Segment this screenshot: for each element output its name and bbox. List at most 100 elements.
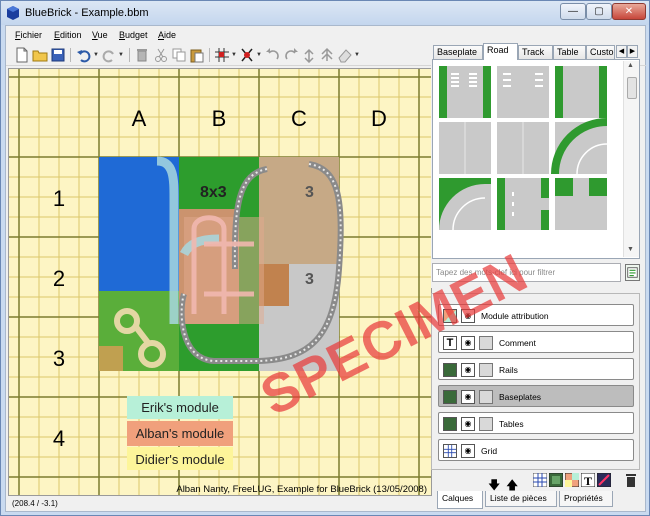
tab-proprietes[interactable]: Propriétés	[559, 491, 613, 507]
add-ruler-layer-icon[interactable]	[597, 473, 611, 487]
cut-icon[interactable]	[153, 47, 169, 63]
visibility-eye-icon[interactable]: ◉	[461, 309, 475, 323]
minimize-button[interactable]: —	[560, 3, 586, 20]
add-area-layer-icon[interactable]	[565, 473, 579, 487]
title-bar[interactable]: BlueBrick - Example.bbm — ▢ ✕	[1, 1, 649, 25]
area-layer-icon	[443, 309, 457, 323]
delete-layer-icon[interactable]	[625, 473, 637, 487]
add-grid-layer-icon[interactable]	[533, 473, 547, 487]
add-text-layer-icon[interactable]: T	[581, 473, 595, 487]
redo-icon[interactable]	[101, 47, 117, 63]
rotation-dropdown-icon[interactable]: ▼	[256, 52, 262, 58]
rotate-left-icon[interactable]	[265, 47, 281, 63]
menu-edition[interactable]: Edition	[54, 30, 82, 40]
road-part-straight[interactable]	[555, 66, 607, 118]
bring-to-front-icon[interactable]	[319, 47, 335, 63]
svg-text:T: T	[584, 474, 592, 487]
visibility-eye-icon[interactable]: ◉	[461, 417, 475, 431]
road-part-t-junction[interactable]	[497, 178, 549, 230]
road-parts-thumbnails	[439, 66, 608, 231]
rotate-right-icon[interactable]	[283, 47, 299, 63]
tab-custom[interactable]: Custom	[586, 45, 615, 59]
menu-budget[interactable]: Budget	[119, 30, 148, 40]
parts-scrollbar[interactable]: ▲ ▼	[623, 61, 639, 257]
road-part-junction[interactable]	[555, 178, 607, 230]
map-view[interactable]: 8x3 3 3 A B C D 1 2 3 4 Erik's module Al…	[8, 68, 432, 496]
new-file-icon[interactable]	[14, 47, 30, 63]
column-label: B	[212, 106, 227, 131]
tab-calques[interactable]: Calques	[437, 491, 483, 509]
tabs-scroll-right-icon[interactable]: ▶	[627, 45, 638, 58]
rotation-step-icon[interactable]	[239, 47, 255, 63]
menu-fichier[interactable]: Fichier	[15, 30, 42, 40]
plate-label-3: 3	[305, 271, 314, 288]
visibility-eye-icon[interactable]: ◉	[461, 363, 475, 377]
add-brick-layer-icon[interactable]	[549, 473, 563, 487]
undo-icon[interactable]	[76, 47, 92, 63]
layer-comment[interactable]: T ◉ Comment	[438, 331, 634, 353]
layer-option-box[interactable]	[479, 390, 493, 404]
status-bar: (208.4 / -3.1)	[8, 494, 432, 512]
visibility-eye-icon[interactable]: ◉	[461, 336, 475, 350]
road-part-crosswalk[interactable]	[439, 66, 491, 118]
tabs-scroll-left-icon[interactable]: ◀	[616, 45, 627, 58]
filter-input[interactable]: Tapez des mots-clef ici pour filtrer	[432, 263, 621, 282]
brick-layer-icon	[443, 417, 457, 431]
scroll-thumb[interactable]	[627, 77, 637, 99]
layer-module-attribution[interactable]: ◉ Module attribution	[438, 304, 634, 326]
column-label: A	[132, 106, 147, 131]
visibility-eye-icon[interactable]: ◉	[461, 390, 475, 404]
tab-table[interactable]: Table	[553, 45, 586, 59]
road-part-plain-2[interactable]	[497, 122, 549, 174]
scroll-down-icon[interactable]: ▼	[627, 246, 634, 253]
snap-dropdown-icon[interactable]: ▼	[231, 52, 237, 58]
save-icon[interactable]	[50, 47, 66, 63]
grid-layer-icon	[443, 444, 457, 458]
eraser-dropdown-icon[interactable]: ▼	[354, 52, 360, 58]
open-folder-icon[interactable]	[32, 47, 48, 63]
toolbar-separator	[209, 48, 210, 62]
visibility-eye-icon[interactable]: ◉	[461, 444, 475, 458]
layer-option-box[interactable]	[479, 417, 493, 431]
tab-road[interactable]: Road	[483, 43, 518, 60]
road-part-crosswalk-2[interactable]	[497, 66, 549, 118]
eraser-icon[interactable]	[337, 47, 353, 63]
layer-grid[interactable]: ◉ Grid	[438, 439, 634, 461]
row-label: 2	[53, 266, 65, 291]
copy-icon[interactable]	[171, 47, 187, 63]
text-layer-icon: T	[443, 336, 457, 350]
map-canvas: 8x3 3 3 A B C D 1 2 3 4 Erik's module Al…	[9, 69, 431, 495]
layer-label: Module attribution	[481, 311, 549, 321]
column-label: C	[291, 106, 307, 131]
layer-baseplates[interactable]: ◉ Baseplates	[438, 385, 634, 407]
blue-baseplate[interactable]	[99, 157, 179, 291]
layer-label: Tables	[499, 419, 524, 429]
redo-dropdown-icon[interactable]: ▼	[118, 52, 124, 58]
layer-option-box[interactable]	[479, 336, 493, 350]
tab-liste-de-pieces[interactable]: Liste de pièces	[485, 491, 557, 507]
layer-rails[interactable]: ◉ Rails	[438, 358, 634, 380]
brick-layer-icon	[443, 390, 457, 404]
layer-tables[interactable]: ◉ Tables	[438, 412, 634, 434]
filter-toggle-icon[interactable]	[625, 264, 640, 281]
road-part-plain[interactable]	[439, 122, 491, 174]
send-to-back-icon[interactable]	[301, 47, 317, 63]
close-button[interactable]: ✕	[612, 3, 646, 20]
scroll-up-icon[interactable]: ▲	[627, 62, 634, 69]
legend-erik: Erik's module	[141, 400, 219, 415]
tab-track[interactable]: Track	[518, 45, 553, 59]
menu-aide[interactable]: Aide	[158, 30, 176, 40]
snap-grid-icon[interactable]	[214, 47, 230, 63]
menu-bar: Fichier Edition Vue Budget Aide	[6, 28, 646, 44]
layers-panel: ◉ Module attribution T ◉ Comment ◉ Rails…	[431, 293, 640, 470]
delete-icon[interactable]	[134, 47, 150, 63]
layer-option-box[interactable]	[479, 363, 493, 377]
tab-baseplate[interactable]: Baseplate	[433, 45, 483, 59]
row-label: 4	[53, 426, 65, 451]
paste-icon[interactable]	[189, 47, 205, 63]
road-part-curve[interactable]	[551, 118, 608, 175]
undo-dropdown-icon[interactable]: ▼	[93, 52, 99, 58]
maximize-button[interactable]: ▢	[586, 3, 612, 20]
menu-vue[interactable]: Vue	[92, 30, 108, 40]
road-part-curve-2[interactable]	[439, 178, 491, 231]
